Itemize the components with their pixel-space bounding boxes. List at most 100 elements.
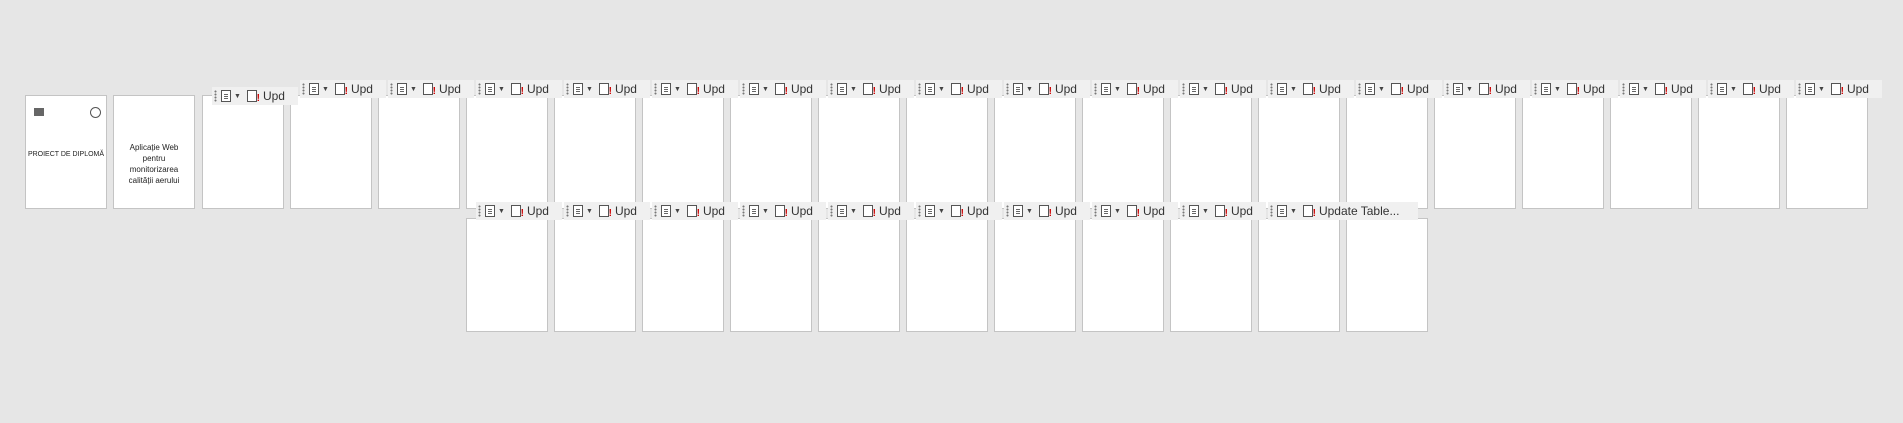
- update-table-label[interactable]: Upd: [703, 204, 725, 218]
- chevron-down-icon[interactable]: ▼: [498, 86, 505, 93]
- chevron-down-icon[interactable]: ▼: [1290, 208, 1297, 215]
- update-table-toolbar[interactable]: ▼ Upd: [740, 202, 826, 220]
- page-thumbnail[interactable]: [906, 218, 988, 332]
- update-table-toolbar[interactable]: ▼ Upd: [1356, 80, 1442, 98]
- update-table-label[interactable]: Upd: [703, 82, 725, 96]
- update-table-toolbar[interactable]: ▼ Upd: [564, 80, 650, 98]
- update-table-label[interactable]: Upd: [615, 204, 637, 218]
- page-thumbnail[interactable]: [202, 95, 284, 209]
- update-table-toolbar[interactable]: ▼ Update Table...: [1268, 202, 1418, 220]
- update-table-label[interactable]: Update Table...: [1319, 204, 1400, 218]
- update-table-label[interactable]: Upd: [1407, 82, 1429, 96]
- chevron-down-icon[interactable]: ▼: [1554, 86, 1561, 93]
- drag-handle[interactable]: [302, 83, 305, 95]
- chevron-down-icon[interactable]: ▼: [1026, 208, 1033, 215]
- update-table-label[interactable]: Upd: [1583, 82, 1605, 96]
- drag-handle[interactable]: [390, 83, 393, 95]
- chevron-down-icon[interactable]: ▼: [850, 86, 857, 93]
- drag-handle[interactable]: [1358, 83, 1361, 95]
- chevron-down-icon[interactable]: ▼: [762, 86, 769, 93]
- update-table-label[interactable]: Upd: [1671, 82, 1693, 96]
- drag-handle[interactable]: [1270, 83, 1273, 95]
- drag-handle[interactable]: [1446, 83, 1449, 95]
- drag-handle[interactable]: [918, 205, 921, 217]
- update-table-toolbar[interactable]: ▼ Upd: [476, 80, 562, 98]
- update-table-toolbar[interactable]: ▼ Upd: [652, 80, 738, 98]
- chevron-down-icon[interactable]: ▼: [762, 208, 769, 215]
- update-table-label[interactable]: Upd: [1231, 82, 1253, 96]
- update-table-toolbar[interactable]: ▼ Upd: [1268, 80, 1354, 98]
- chevron-down-icon[interactable]: ▼: [850, 208, 857, 215]
- drag-handle[interactable]: [566, 205, 569, 217]
- page-thumbnail[interactable]: [730, 218, 812, 332]
- update-table-label[interactable]: Upd: [1319, 82, 1341, 96]
- chevron-down-icon[interactable]: ▼: [1202, 86, 1209, 93]
- drag-handle[interactable]: [830, 83, 833, 95]
- chevron-down-icon[interactable]: ▼: [674, 208, 681, 215]
- drag-handle[interactable]: [478, 205, 481, 217]
- update-table-label[interactable]: Upd: [879, 204, 901, 218]
- chevron-down-icon[interactable]: ▼: [1114, 86, 1121, 93]
- page-thumbnail[interactable]: [1170, 218, 1252, 332]
- chevron-down-icon[interactable]: ▼: [1730, 86, 1737, 93]
- update-table-toolbar[interactable]: ▼ Upd: [1532, 80, 1618, 98]
- update-table-label[interactable]: Upd: [1055, 82, 1077, 96]
- update-table-toolbar[interactable]: ▼ Upd: [1796, 80, 1882, 98]
- update-table-label[interactable]: Upd: [1231, 204, 1253, 218]
- update-table-toolbar[interactable]: ▼ Upd: [1004, 202, 1090, 220]
- drag-handle[interactable]: [742, 205, 745, 217]
- update-table-toolbar[interactable]: ▼ Upd: [916, 202, 1002, 220]
- page-thumbnail[interactable]: [290, 95, 372, 209]
- drag-handle[interactable]: [566, 83, 569, 95]
- update-table-label[interactable]: Upd: [791, 82, 813, 96]
- drag-handle[interactable]: [1182, 205, 1185, 217]
- drag-handle[interactable]: [830, 205, 833, 217]
- chevron-down-icon[interactable]: ▼: [410, 86, 417, 93]
- drag-handle[interactable]: [1710, 83, 1713, 95]
- drag-handle[interactable]: [1094, 205, 1097, 217]
- update-table-label[interactable]: Upd: [1847, 82, 1869, 96]
- page-thumbnail[interactable]: [1346, 95, 1428, 209]
- drag-handle[interactable]: [1534, 83, 1537, 95]
- page-thumbnail[interactable]: Aplicație Web pentru monitorizarea calit…: [113, 95, 195, 209]
- page-thumbnail[interactable]: [554, 95, 636, 209]
- update-table-label[interactable]: Upd: [1143, 204, 1165, 218]
- page-thumbnail[interactable]: [1346, 218, 1428, 332]
- drag-handle[interactable]: [1006, 83, 1009, 95]
- drag-handle[interactable]: [742, 83, 745, 95]
- update-table-label[interactable]: Upd: [1495, 82, 1517, 96]
- page-thumbnail[interactable]: [642, 218, 724, 332]
- chevron-down-icon[interactable]: ▼: [1202, 208, 1209, 215]
- page-thumbnail[interactable]: [994, 95, 1076, 209]
- chevron-down-icon[interactable]: ▼: [938, 86, 945, 93]
- drag-handle[interactable]: [1182, 83, 1185, 95]
- drag-handle[interactable]: [478, 83, 481, 95]
- drag-handle[interactable]: [1006, 205, 1009, 217]
- page-thumbnail[interactable]: PROIECT DE DIPLOMĂ: [25, 95, 107, 209]
- page-thumbnail[interactable]: [818, 95, 900, 209]
- update-table-toolbar[interactable]: ▼ Upd: [1620, 80, 1706, 98]
- page-thumbnail[interactable]: [1698, 95, 1780, 209]
- chevron-down-icon[interactable]: ▼: [1466, 86, 1473, 93]
- update-table-toolbar[interactable]: ▼ Upd: [212, 87, 298, 105]
- update-table-toolbar[interactable]: ▼ Upd: [476, 202, 562, 220]
- page-thumbnail[interactable]: [1082, 218, 1164, 332]
- page-thumbnail[interactable]: [1786, 95, 1868, 209]
- page-thumbnail[interactable]: [906, 95, 988, 209]
- update-table-toolbar[interactable]: ▼ Upd: [564, 202, 650, 220]
- update-table-toolbar[interactable]: ▼ Upd: [740, 80, 826, 98]
- page-thumbnail[interactable]: [642, 95, 724, 209]
- chevron-down-icon[interactable]: ▼: [938, 208, 945, 215]
- page-thumbnail[interactable]: [378, 95, 460, 209]
- update-table-toolbar[interactable]: ▼ Upd: [1708, 80, 1794, 98]
- update-table-label[interactable]: Upd: [967, 82, 989, 96]
- drag-handle[interactable]: [918, 83, 921, 95]
- update-table-toolbar[interactable]: ▼ Upd: [1092, 80, 1178, 98]
- drag-handle[interactable]: [1622, 83, 1625, 95]
- page-thumbnail[interactable]: [1082, 95, 1164, 209]
- page-thumbnail[interactable]: [466, 95, 548, 209]
- update-table-label[interactable]: Upd: [879, 82, 901, 96]
- drag-handle[interactable]: [1270, 205, 1273, 217]
- update-table-label[interactable]: Upd: [527, 204, 549, 218]
- drag-handle[interactable]: [654, 205, 657, 217]
